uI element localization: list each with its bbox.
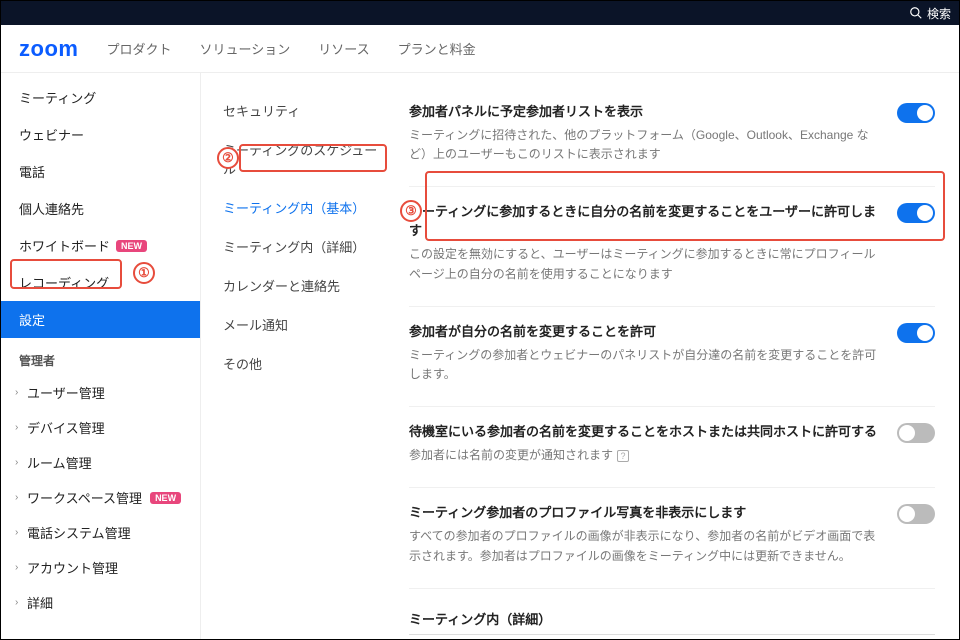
toggle-switch[interactable] (897, 103, 935, 123)
subnav-inmeeting-adv[interactable]: ミーティング内（詳細） (201, 227, 401, 266)
sidebar-item-settings[interactable]: 設定 (1, 301, 200, 338)
sidebar-item-webinars[interactable]: ウェビナー (1, 116, 200, 153)
sidebar-item-advanced[interactable]: › 詳細 (1, 585, 200, 620)
chevron-right-icon: › (15, 457, 23, 468)
new-badge: NEW (116, 240, 147, 252)
sidebar-item-room-mgmt[interactable]: › ルーム管理 (1, 445, 200, 480)
new-badge: NEW (150, 492, 181, 504)
sidebar-item-label: 詳細 (27, 593, 53, 612)
setting-row: 参加者が自分の名前を変更することを許可 ミーティングの参加者とウェビナーのパネリ… (409, 307, 935, 407)
search-label[interactable]: 検索 (927, 5, 951, 22)
annotation-number-2: ② (217, 147, 239, 169)
sidebar-item-recordings[interactable]: レコーディング (1, 264, 200, 301)
chevron-right-icon: › (15, 492, 23, 503)
top-utility-bar: 検索 (1, 1, 959, 25)
sidebar-item-whiteboard[interactable]: ホワイトボード NEW (1, 227, 200, 264)
chevron-right-icon: › (15, 597, 23, 608)
sidebar-item-label: ワークスペース管理 (27, 488, 142, 507)
subnav-mail[interactable]: メール通知 (201, 305, 401, 344)
sidebar-item-label: アカウント管理 (27, 558, 118, 577)
annotation-number-1: ① (133, 262, 155, 284)
subnav-other[interactable]: その他 (201, 344, 401, 383)
sidebar-item-contacts[interactable]: 個人連絡先 (1, 190, 200, 227)
setting-row: 待機室にいる参加者の名前を変更することをホストまたは共同ホストに許可する 参加者… (409, 407, 935, 488)
section-heading-advanced: ミーティング内（詳細） (409, 589, 935, 635)
settings-content: 参加者パネルに予定参加者リストを表示 ミーティングに招待された、他のプラットフォ… (401, 73, 959, 639)
main-header: zoom プロダクト ソリューション リソース プランと料金 (1, 25, 959, 73)
setting-title: 待機室にいる参加者の名前を変更することをホストまたは共同ホストに許可する (409, 421, 881, 440)
setting-title: 参加者が自分の名前を変更することを許可 (409, 321, 881, 340)
chevron-right-icon: › (15, 527, 23, 538)
sidebar-item-phonesys-mgmt[interactable]: › 電話システム管理 (1, 515, 200, 550)
sidebar-item-meetings[interactable]: ミーティング (1, 79, 200, 116)
subnav-calendar[interactable]: カレンダーと連絡先 (201, 266, 401, 305)
sidebar-item-device-mgmt[interactable]: › デバイス管理 (1, 410, 200, 445)
sidebar-section-admin: 管理者 (1, 338, 200, 375)
setting-desc: この設定を無効にすると、ユーザーはミーティングに参加するときに常にプロフィール … (409, 245, 881, 283)
nav-plan[interactable]: プランと料金 (398, 39, 476, 58)
nav-solution[interactable]: ソリューション (199, 39, 290, 58)
setting-title: ミーティングに参加するときに自分の名前を変更することをユーザーに許可します (409, 201, 881, 239)
setting-desc: ミーティングに招待された、他のプラットフォーム（Google、Outlook、E… (409, 126, 881, 164)
chevron-right-icon: › (15, 422, 23, 433)
sidebar-item-label: 電話システム管理 (27, 523, 131, 542)
sidebar-item-label: ホワイトボード (19, 236, 110, 255)
sidebar-item-account-mgmt[interactable]: › アカウント管理 (1, 550, 200, 585)
chevron-right-icon: › (15, 562, 23, 573)
subnav-security[interactable]: セキュリティ (201, 91, 401, 130)
setting-row: ミーティングに参加するときに自分の名前を変更することをユーザーに許可します この… (409, 187, 935, 306)
nav-product[interactable]: プロダクト (106, 39, 171, 58)
toggle-switch[interactable] (897, 203, 935, 223)
setting-row: ミーティング参加者のプロファイル写真を非表示にします すべての参加者のプロファイ… (409, 488, 935, 588)
setting-desc: すべての参加者のプロファイルの画像が非表示になり、参加者の名前がビデオ画面で表示… (409, 527, 881, 565)
zoom-logo[interactable]: zoom (19, 36, 78, 62)
search-icon (909, 6, 923, 20)
toggle-switch[interactable] (897, 504, 935, 524)
nav-resource[interactable]: リソース (318, 39, 369, 58)
sidebar-item-label: デバイス管理 (27, 418, 105, 437)
setting-title: ミーティング参加者のプロファイル写真を非表示にします (409, 502, 881, 521)
toggle-switch[interactable] (897, 323, 935, 343)
sidebar-item-label: ユーザー管理 (27, 383, 105, 402)
toggle-switch[interactable] (897, 423, 935, 443)
chevron-right-icon: › (15, 387, 23, 398)
info-icon[interactable]: ? (617, 450, 629, 462)
sidebar-item-label: ルーム管理 (27, 453, 92, 472)
sidebar-item-workspace-mgmt[interactable]: › ワークスペース管理 NEW (1, 480, 200, 515)
annotation-number-3: ③ (400, 200, 422, 222)
setting-desc: 参加者には名前の変更が通知されます? (409, 446, 881, 465)
subnav-inmeeting-basic[interactable]: ミーティング内（基本） (201, 188, 401, 227)
left-sidebar: ミーティング ウェビナー 電話 個人連絡先 ホワイトボード NEW レコーディン… (1, 73, 201, 639)
sidebar-item-phone[interactable]: 電話 (1, 153, 200, 190)
setting-title: 参加者パネルに予定参加者リストを表示 (409, 101, 881, 120)
setting-row: 参加者パネルに予定参加者リストを表示 ミーティングに招待された、他のプラットフォ… (409, 87, 935, 187)
setting-desc: ミーティングの参加者とウェビナーのパネリストが自分達の名前を変更することを許可し… (409, 346, 881, 384)
sidebar-item-user-mgmt[interactable]: › ユーザー管理 (1, 375, 200, 410)
